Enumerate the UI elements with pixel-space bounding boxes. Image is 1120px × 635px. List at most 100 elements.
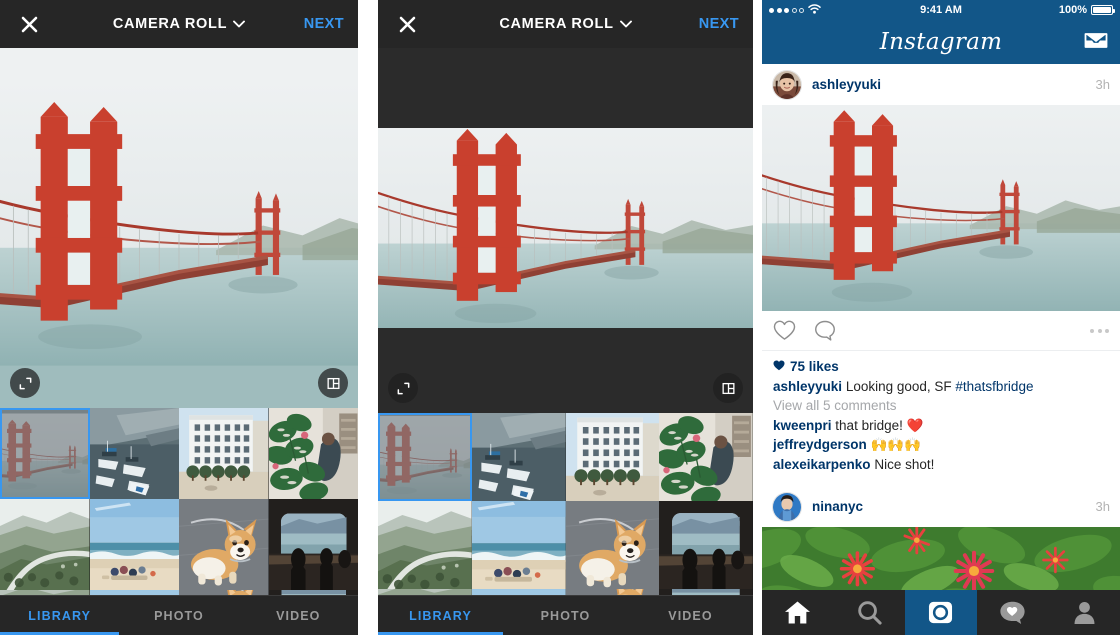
home-icon[interactable] xyxy=(762,590,834,635)
post-header: ashleyyuki 3h xyxy=(762,64,1120,105)
tab-library[interactable]: LIBRARY xyxy=(378,609,503,623)
camera-icon[interactable] xyxy=(905,590,977,635)
letterbox-top xyxy=(378,48,753,128)
thumbnail-marina-boats[interactable] xyxy=(471,413,566,501)
panel-feed: 9:41 AM 100% Instagram ashleyyuki 3h 75 … xyxy=(762,0,1120,635)
picker-tabbar-a: LIBRARY PHOTO VIDEO xyxy=(0,595,358,635)
picker-tabbar-b: LIBRARY PHOTO VIDEO xyxy=(378,595,753,635)
thumbnail-corgi-dog[interactable] xyxy=(565,501,660,589)
heart-outline-icon[interactable] xyxy=(773,320,796,341)
post-photo-tropical-flowers[interactable] xyxy=(762,527,1120,590)
post-photo-golden-gate[interactable] xyxy=(762,105,1120,311)
post-meta: 75 likes ashleyyuki Looking good, SF #th… xyxy=(762,351,1120,478)
next-button[interactable]: NEXT xyxy=(699,16,739,32)
close-icon[interactable] xyxy=(14,9,44,39)
tab-photo[interactable]: PHOTO xyxy=(503,609,628,623)
signal-strength-icon xyxy=(769,7,804,13)
chevron-down-icon xyxy=(619,16,632,32)
comment-row: kweenpri that bridge! ❤️ xyxy=(773,416,1109,436)
heart-filled-icon xyxy=(773,357,785,377)
wifi-icon xyxy=(808,3,821,17)
likes-row[interactable]: 75 likes xyxy=(773,357,1109,377)
picker-header-b: CAMERA ROLL NEXT xyxy=(378,0,753,48)
comment-bubble-icon[interactable] xyxy=(814,320,836,341)
thumbnail-monstera-plant-shop[interactable] xyxy=(268,408,358,499)
post-timestamp: 3h xyxy=(1095,499,1110,515)
caption-username[interactable]: ashleyyuki xyxy=(773,379,842,394)
tab-video[interactable]: VIDEO xyxy=(239,609,358,623)
post-username[interactable]: ninanyc xyxy=(812,499,863,514)
status-bar: 9:41 AM 100% xyxy=(762,0,1120,20)
caption-text: Looking good, SF xyxy=(845,378,952,394)
instagram-logo: Instagram xyxy=(879,29,1003,55)
more-options-icon[interactable] xyxy=(1090,328,1109,333)
thumbnail-ferry-window-silhouette[interactable] xyxy=(268,499,358,590)
panel-picker-square: CAMERA ROLL NEXT LIBRARY PHOTO VIDEO xyxy=(0,0,358,635)
thumbnail-beach-picnic[interactable] xyxy=(89,499,179,590)
picker-header-a: CAMERA ROLL NEXT xyxy=(0,0,358,48)
thumbnail-coastal-hillside-road[interactable] xyxy=(378,501,472,589)
preview-image-golden-gate xyxy=(378,128,753,328)
photo-preview-landscape[interactable] xyxy=(378,48,753,413)
album-title-label: CAMERA ROLL xyxy=(112,16,228,32)
comment-text: 🙌🙌🙌 xyxy=(870,437,921,453)
thumbnail-corgi-dog[interactable] xyxy=(179,499,269,590)
close-icon[interactable] xyxy=(392,9,422,39)
comment-row: jeffreydgerson 🙌🙌🙌 xyxy=(773,435,1109,455)
album-title-label: CAMERA ROLL xyxy=(499,16,614,32)
screenshot-stage: CAMERA ROLL NEXT LIBRARY PHOTO VIDEO CAM… xyxy=(0,0,1120,635)
tab-video[interactable]: VIDEO xyxy=(628,609,753,623)
thumbnail-marina-boats[interactable] xyxy=(89,408,179,499)
comment-row: alexeikarpenko Nice shot! xyxy=(773,455,1109,475)
battery-full-icon xyxy=(1091,5,1115,15)
panel-gap-2 xyxy=(753,0,762,635)
preview-image-golden-gate xyxy=(0,48,358,408)
multi-select-grid-icon[interactable] xyxy=(318,368,348,398)
thumbnail-grid-b[interactable] xyxy=(378,413,753,619)
view-all-comments-link[interactable]: View all 5 comments xyxy=(773,396,1109,416)
direct-inbox-icon[interactable] xyxy=(1084,30,1108,55)
thumbnail-golden-gate-bridge[interactable] xyxy=(378,413,472,501)
thumbnail-white-apartment-building[interactable] xyxy=(565,413,660,501)
comment-text: Nice shot! xyxy=(874,456,935,472)
thumbnail-coastal-hillside-road[interactable] xyxy=(0,499,90,590)
feed-bottom-tabbar xyxy=(762,590,1120,635)
comment-username[interactable]: alexeikarpenko xyxy=(773,457,871,472)
tab-photo[interactable]: PHOTO xyxy=(119,609,238,623)
post-username[interactable]: ashleyyuki xyxy=(812,77,881,92)
expand-icon[interactable] xyxy=(10,368,40,398)
thumbnail-white-apartment-building[interactable] xyxy=(179,408,269,499)
post-actions xyxy=(762,311,1120,351)
post-timestamp: 3h xyxy=(1095,77,1110,92)
tab-library[interactable]: LIBRARY xyxy=(0,609,119,623)
multi-select-grid-icon[interactable] xyxy=(713,373,743,403)
post-header: ninanyc 3h xyxy=(762,486,1120,528)
feed-navbar: Instagram xyxy=(762,20,1120,64)
profile-icon[interactable] xyxy=(1048,590,1120,635)
avatar-ashleyyuki[interactable] xyxy=(772,69,802,100)
search-icon[interactable] xyxy=(834,590,906,635)
letterbox-bottom xyxy=(378,328,753,413)
chevron-down-icon xyxy=(233,16,246,32)
likes-count-label: 75 likes xyxy=(790,359,839,374)
album-title[interactable]: CAMERA ROLL xyxy=(378,16,753,32)
panel-gap-1 xyxy=(358,0,378,635)
thumbnail-grid-a[interactable] xyxy=(0,408,358,620)
comment-username[interactable]: jeffreydgerson xyxy=(773,437,867,452)
thumbnail-golden-gate-bridge[interactable] xyxy=(0,408,90,499)
photo-preview-square[interactable] xyxy=(0,48,358,408)
activity-heart-icon[interactable] xyxy=(977,590,1049,635)
avatar-ninanyc[interactable] xyxy=(772,491,802,522)
panel-picker-landscape: CAMERA ROLL NEXT LIBRARY PHOTO VIDEO xyxy=(378,0,753,635)
thumbnail-monstera-plant-shop[interactable] xyxy=(659,413,753,501)
thumbnail-ferry-window-silhouette[interactable] xyxy=(659,501,753,589)
status-right: 100% xyxy=(1059,4,1115,16)
caption-hashtag[interactable]: #thatsfbridge xyxy=(955,379,1033,394)
status-left xyxy=(769,3,821,17)
next-button[interactable]: NEXT xyxy=(304,16,344,32)
expand-icon[interactable] xyxy=(388,373,418,403)
comment-username[interactable]: kweenpri xyxy=(773,418,832,433)
post-caption: ashleyyuki Looking good, SF #thatsfbridg… xyxy=(773,377,1109,397)
thumbnail-beach-picnic[interactable] xyxy=(471,501,566,589)
feed-scroll-area[interactable]: ashleyyuki 3h 75 likes ashleyyuki Lookin… xyxy=(762,64,1120,590)
